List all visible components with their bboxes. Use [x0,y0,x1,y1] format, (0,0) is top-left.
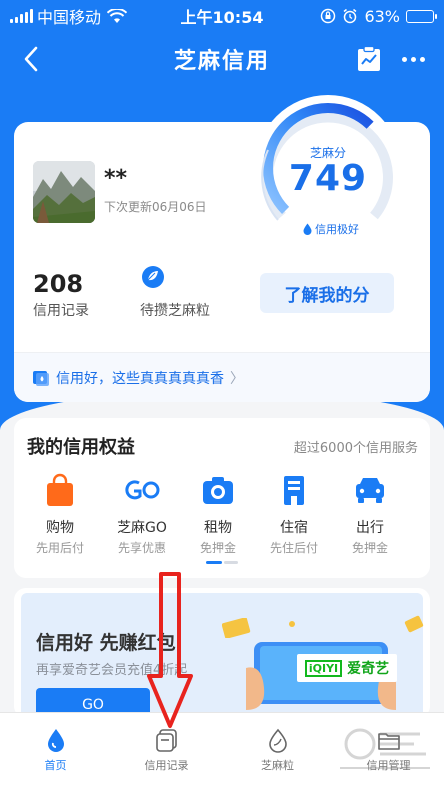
coupon-icon [222,618,251,638]
go-logo-icon [125,480,160,500]
score-gauge[interactable]: 芝麻分 749 信用极好 [248,92,408,242]
credit-grade-badge: 信用极好 [298,218,364,240]
alarm-icon [343,8,357,24]
credit-records-count[interactable]: 208 [33,270,83,298]
benefit-sub: 先用后付 [35,541,84,555]
carrier-name: 中国移动 [37,8,102,27]
benefits-title: 我的信用权益 [27,437,135,458]
benefit-sub: 免押金 [199,541,236,555]
watermark-logo [340,728,430,769]
tab-label: 芝麻粒 [261,759,294,772]
grain-icon [268,728,287,753]
iqiyi-logo: iQIYI 爱奇艺 [297,654,397,682]
home-drop-icon [47,729,64,752]
wifi-icon [107,8,128,23]
promo-banner-strip[interactable]: 信用好，这些真真真真真香 〉 [14,352,430,402]
benefit-item-travel[interactable]: 出行 免押金 [330,472,410,556]
benefits-more-link[interactable]: 超过6000个信用服务 [294,437,418,456]
benefit-sub: 先住后付 [269,541,318,555]
iqiyi-promo-card[interactable]: iQIYI 爱奇艺 信用好 先赚红包 再享爱奇艺会员充值4折起 GO [14,588,430,718]
benefit-name: 购物 [46,520,74,536]
sesame-grain-icon[interactable] [141,265,165,289]
tab-home[interactable]: 首页 [0,713,111,788]
benefit-name: 租物 [204,520,232,536]
benefit-name: 芝麻GO [117,520,167,536]
more-icon[interactable] [396,46,430,72]
battery-icon [406,9,437,23]
tab-label: 信用记录 [144,759,189,772]
credit-grade-text: 信用极好 [315,223,359,236]
status-bar: 中国移动 上午10:54 63% [0,0,444,32]
benefit-sub: 先享优惠 [117,541,166,555]
banner-text: 信用好，这些真真真真真香 [56,370,224,387]
benefit-name: 住宿 [280,520,308,536]
annotation-arrow [147,572,193,728]
shopping-bag-icon [47,473,73,506]
camera-icon [203,477,233,504]
benefit-item-hotel[interactable]: 住宿 先住后付 [254,472,334,556]
record-icon [155,729,177,752]
benefit-item-shopping[interactable]: 购物 先用后付 [20,472,100,556]
orientation-lock-icon [321,8,336,24]
benefit-sub: 免押金 [351,541,388,555]
tab-sesame-grain[interactable]: 芝麻粒 [222,713,333,788]
nav-bar: 芝麻信用 [0,36,444,82]
drop-icon [303,223,312,235]
avatar[interactable] [33,161,95,223]
benefit-name: 出行 [356,520,384,536]
page-indicator [206,561,238,564]
benefit-item-sesame-go[interactable]: 芝麻GO 先享优惠 [102,472,182,556]
credit-benefits-card: 我的信用权益 超过6000个信用服务 购物 先用后付 芝麻GO 先享优惠 租物 … [14,418,430,578]
user-name: ** [104,166,128,191]
car-icon [356,478,384,503]
update-date-text: 下次更新06月06日 [104,200,207,214]
pending-grain-label[interactable]: 待攒芝麻粒 [140,300,210,320]
tab-label: 首页 [44,759,67,772]
shield-drop-icon [33,370,49,386]
signal-icon [10,9,33,23]
chevron-right-icon: 〉 [230,370,244,387]
credit-records-label[interactable]: 信用记录 [33,300,89,320]
battery-percent: 63% [364,6,400,26]
hotel-icon [284,476,304,505]
report-icon[interactable] [356,45,382,73]
benefit-item-rent[interactable]: 租物 免押金 [178,472,258,556]
credit-score-value: 749 [288,158,368,199]
learn-my-score-button[interactable]: 了解我的分 [260,273,394,313]
